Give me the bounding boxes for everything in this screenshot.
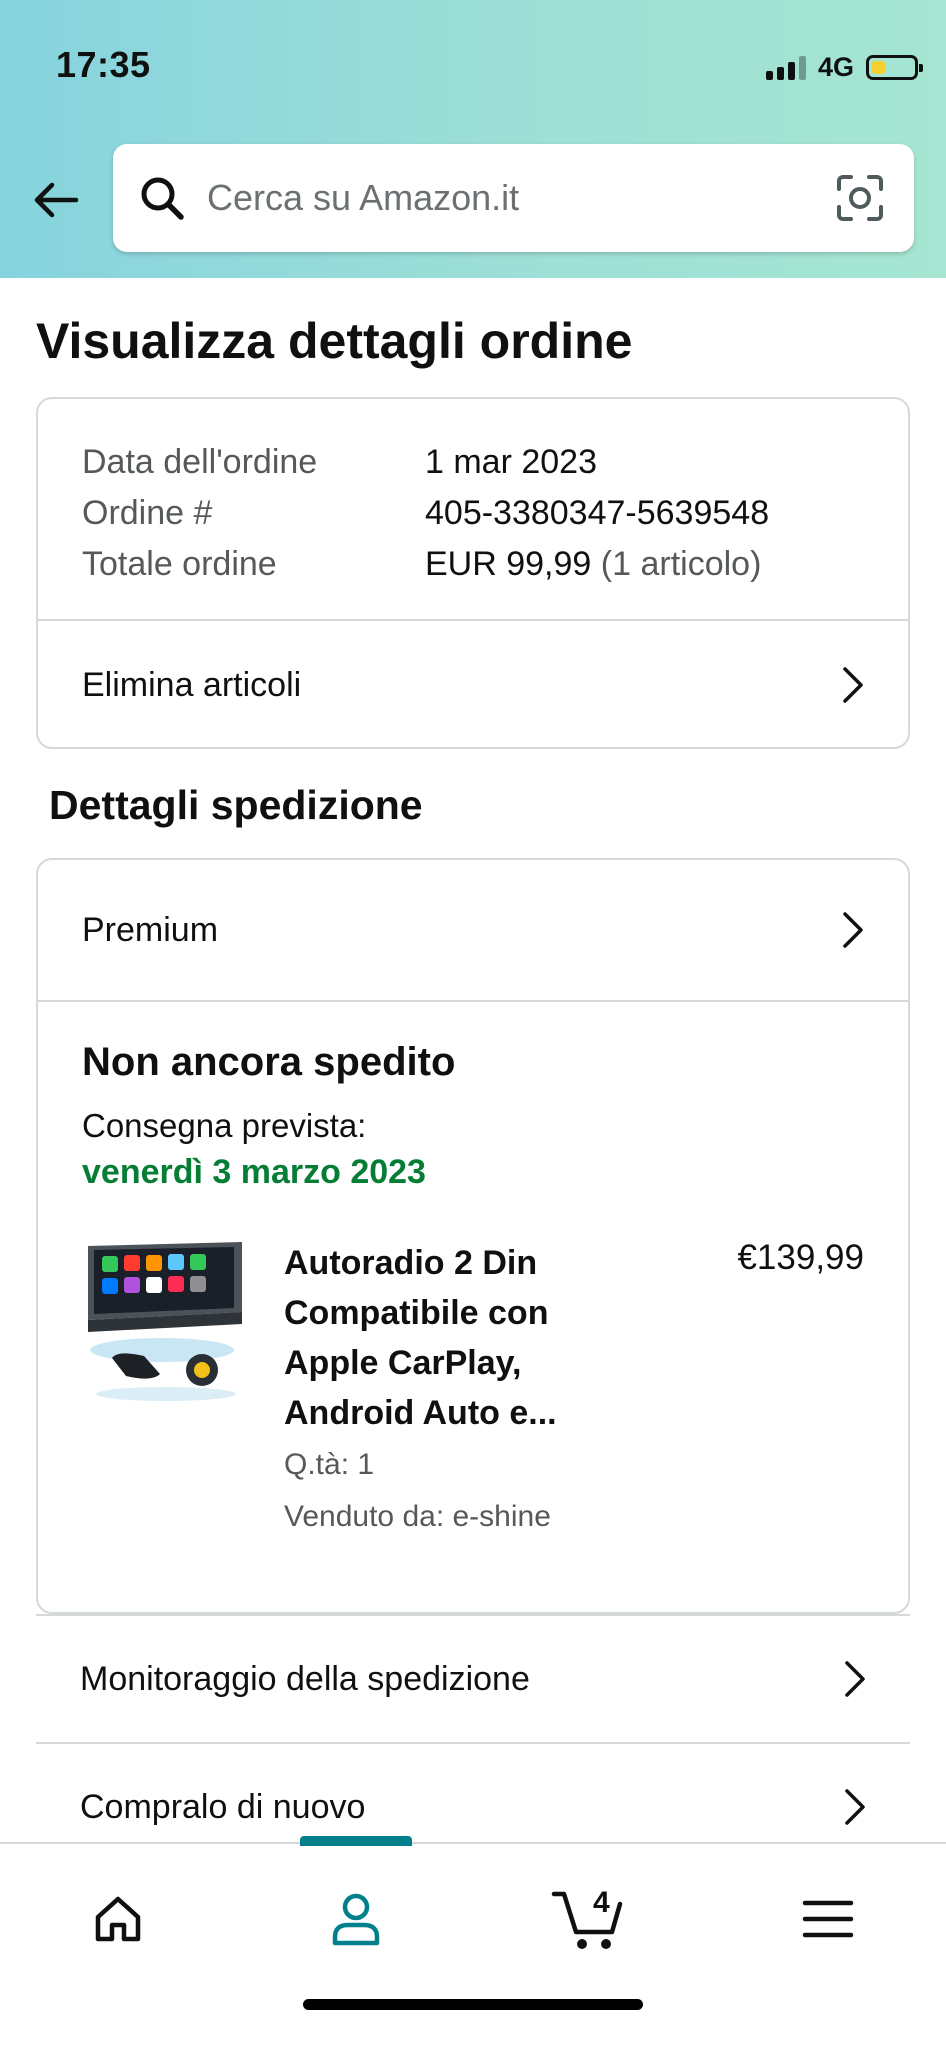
chevron-right-icon [844,1787,870,1827]
home-indicator [303,1999,643,2010]
order-total-label: Totale ordine [82,545,277,583]
menu-icon [802,1900,854,1938]
shipping-method-link[interactable]: Premium [38,860,908,1000]
track-shipment-link[interactable]: Monitoraggio della spedizione [36,1614,910,1742]
search-input[interactable] [207,177,832,219]
product-seller: Venduto da: e-shine [284,1500,551,1533]
bottom-nav: 4 [0,1836,946,2048]
product-quantity: Q.tà: 1 [284,1448,375,1481]
cart-icon [551,1891,623,1949]
network-type: 4G [817,52,854,82]
buy-again-label: Compralo di nuovo [80,1787,366,1826]
chevron-right-icon [842,910,868,950]
battery-icon [866,55,923,80]
order-number-label: Ordine # [82,494,213,532]
shipment-details: Non ancora spedito Consegna prevista: ve… [38,1002,908,1534]
product-info: Autoradio 2 Din Compatibile con Apple Ca… [284,1238,644,1534]
cart-count-badge: 4 [593,1886,610,1919]
order-total-row: Totale ordine EUR 99,99 (1 articolo) [82,539,864,590]
product-price: €139,99 [737,1238,864,1277]
active-tab-indicator [300,1836,412,1846]
order-item-count: (1 articolo) [600,545,762,583]
delivery-date: venerdì 3 marzo 2023 [82,1153,426,1191]
delete-items-label: Elimina articoli [82,665,302,704]
order-summary-card: Data dell'ordine 1 mar 2023 Ordine # 405… [36,397,910,749]
header: 17:35 4G [0,0,946,278]
order-number-value: 405-3380347-5639548 [425,494,770,532]
page-title: Visualizza dettagli ordine [36,313,633,369]
order-date-label: Data dell'ordine [82,443,318,481]
shipping-method-label: Premium [82,910,219,949]
order-date-value: 1 mar 2023 [425,443,597,481]
order-date-row: Data dell'ordine 1 mar 2023 [82,437,864,488]
product-image[interactable] [82,1238,250,1408]
search-icon [141,177,184,220]
nav-menu-button[interactable] [783,1874,873,1964]
chevron-right-icon [844,1659,870,1699]
search-bar[interactable] [113,144,914,252]
back-button[interactable] [28,172,84,228]
home-icon [95,1896,141,1942]
nav-account-button[interactable] [311,1874,401,1964]
delivery-label: Consegna prevista: [82,1107,367,1144]
order-total-value: EUR 99,99 [425,545,592,583]
shipment-card: Premium Non ancora spedito Consegna prev… [36,858,910,1614]
track-shipment-label: Monitoraggio della spedizione [80,1659,530,1698]
shipment-status: Non ancora spedito [82,1040,456,1084]
order-info: Data dell'ordine 1 mar 2023 Ordine # 405… [38,399,908,619]
camera-scan-icon [837,175,883,221]
arrow-left-icon [34,182,79,218]
shipping-section-title: Dettagli spedizione [49,782,423,828]
order-number-row: Ordine # 405-3380347-5639548 [82,488,864,539]
product-item: Autoradio 2 Din Compatibile con Apple Ca… [82,1238,864,1534]
delete-items-link[interactable]: Elimina articoli [38,621,908,749]
nav-cart-button[interactable]: 4 [545,1874,635,1964]
account-icon [332,1893,380,1946]
status-time: 17:35 [56,44,151,85]
chevron-right-icon [842,665,868,705]
signal-icon [765,55,806,80]
product-title-link[interactable]: Autoradio 2 Din Compatibile con Apple Ca… [284,1238,644,1438]
nav-home-button[interactable] [73,1874,163,1964]
camera-search-button[interactable] [832,170,888,226]
status-indicators: 4G [765,52,923,83]
